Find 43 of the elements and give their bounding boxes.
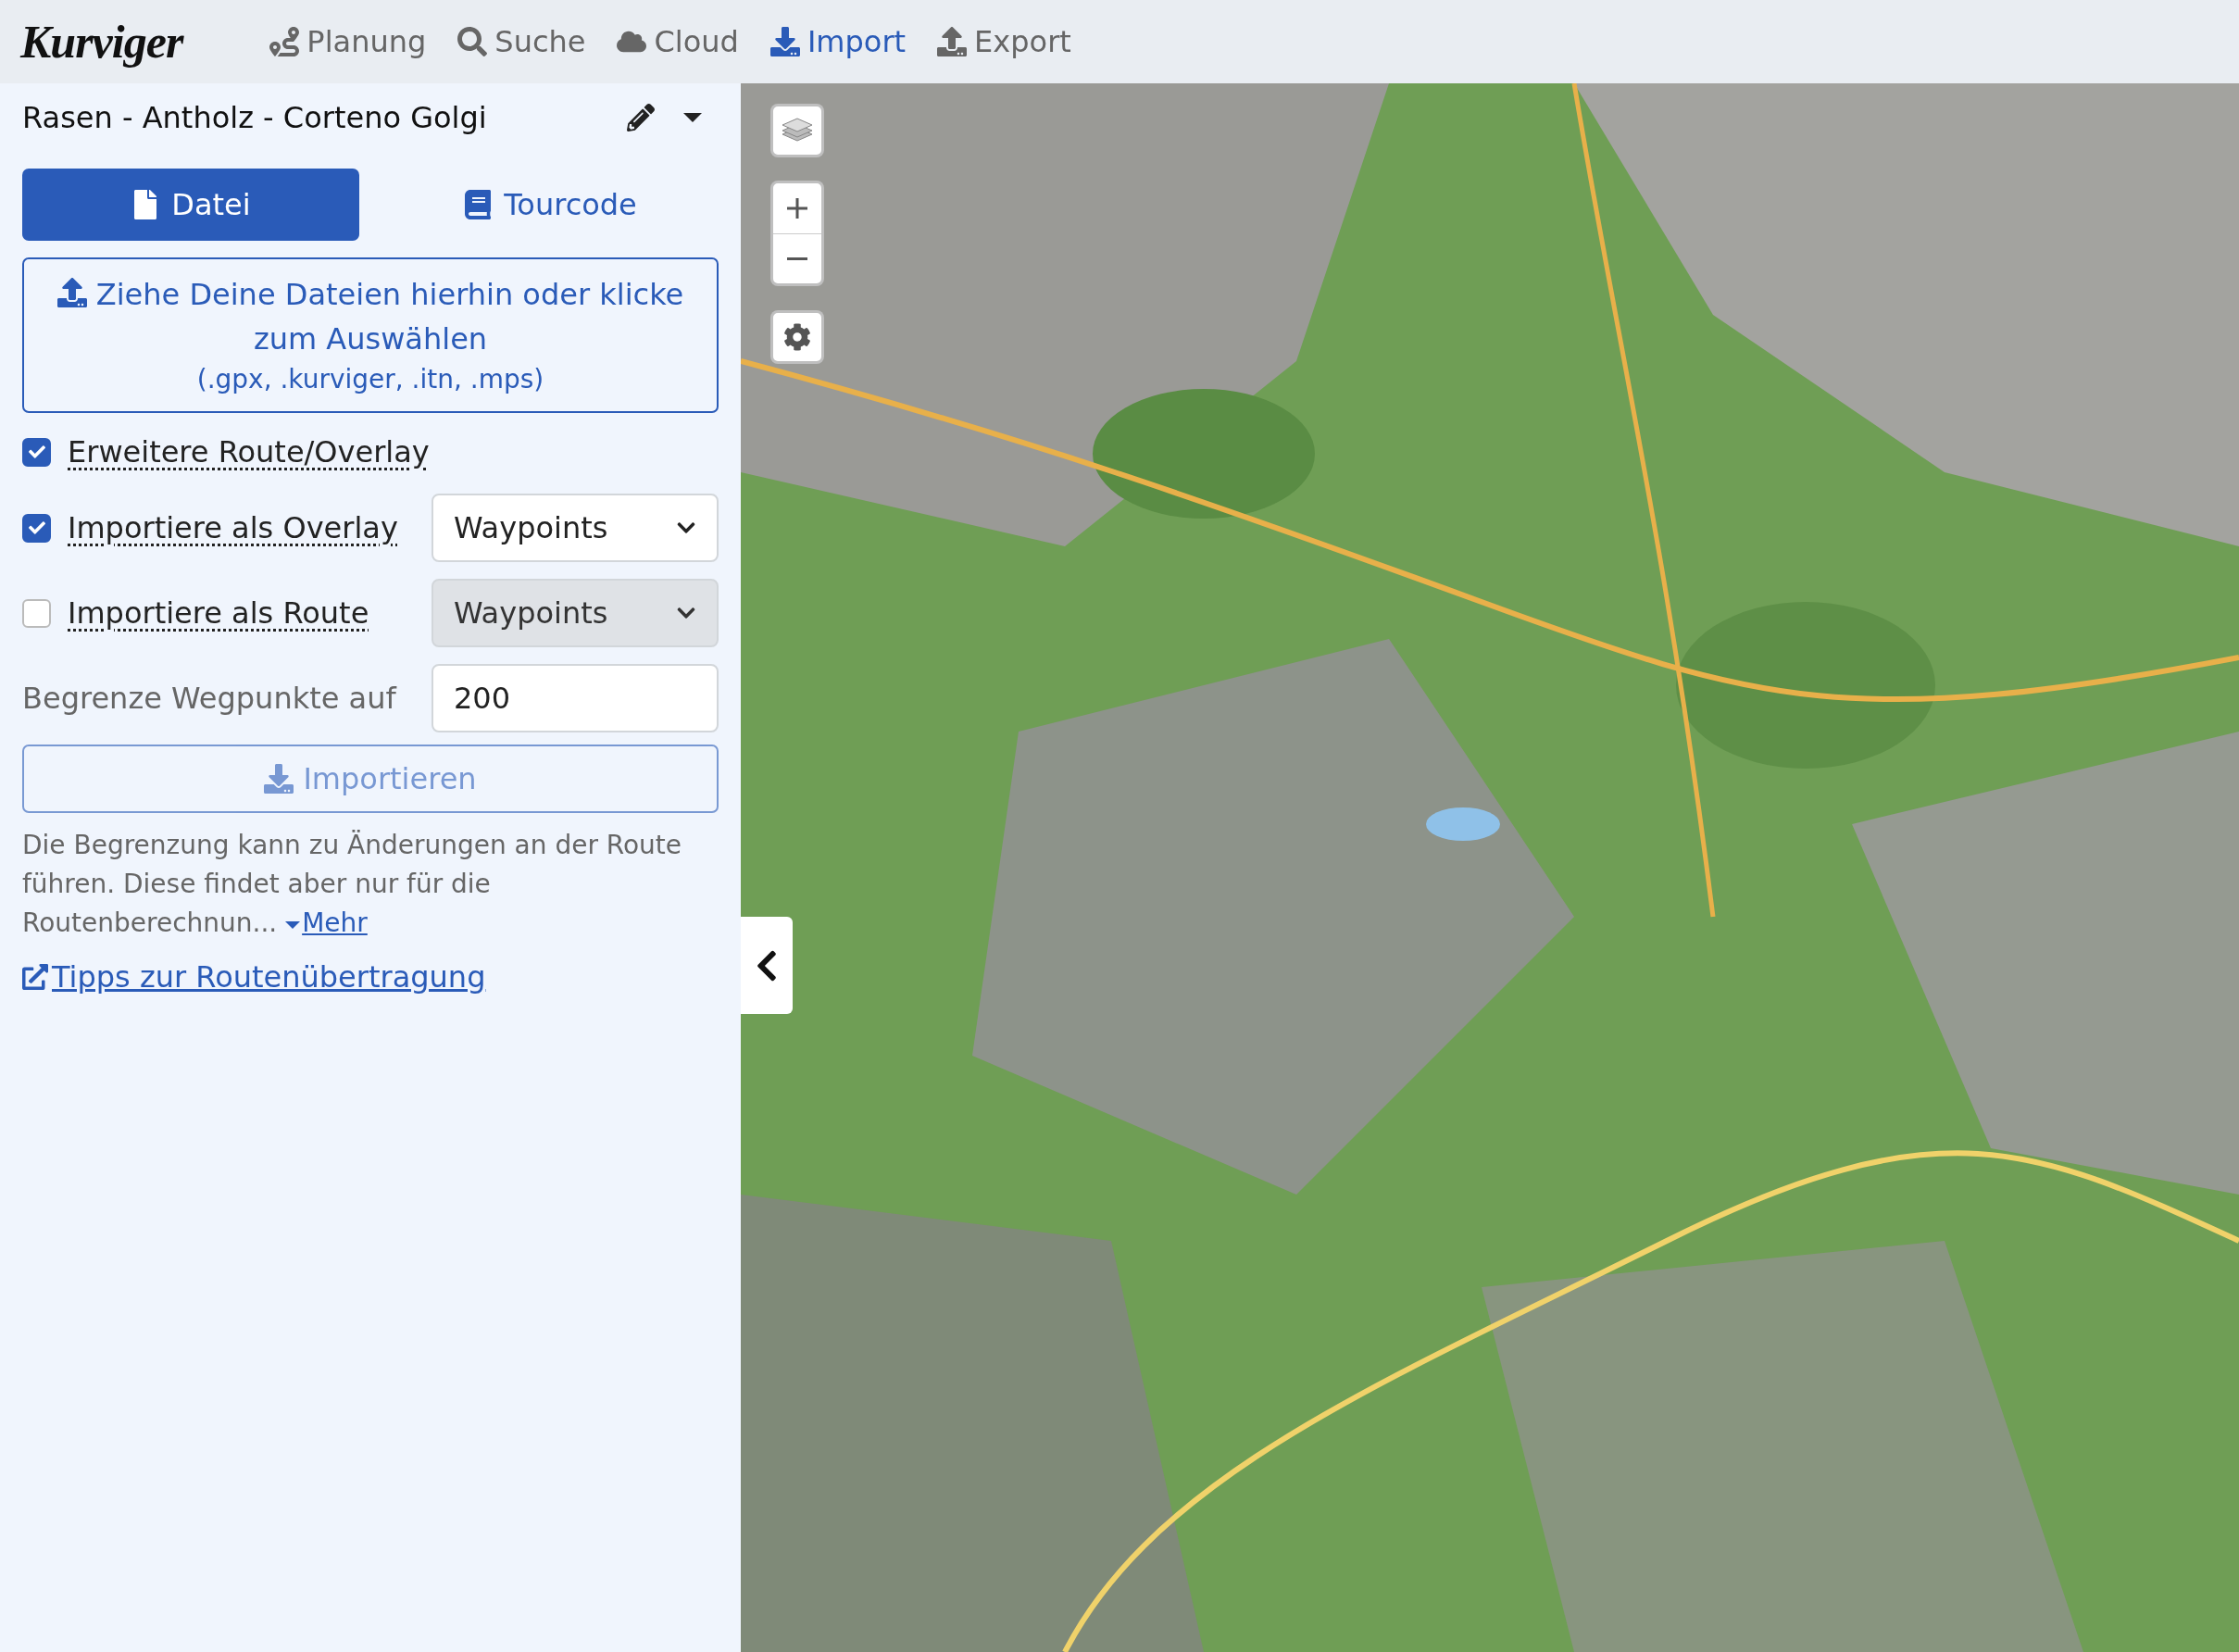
logo[interactable]: Kurviger bbox=[20, 15, 183, 69]
tips-link[interactable]: Tipps zur Routenübertragung bbox=[22, 959, 486, 995]
nav-item[interactable]: Export bbox=[937, 24, 1071, 59]
settings-button[interactable] bbox=[770, 310, 824, 364]
field-label: Begrenze Wegpunkte auf bbox=[22, 681, 398, 716]
tab[interactable]: Tourcode bbox=[382, 169, 719, 241]
upload-icon bbox=[937, 27, 968, 56]
check-icon bbox=[28, 519, 45, 536]
settings-icon bbox=[783, 323, 811, 351]
checkbox[interactable] bbox=[22, 598, 51, 628]
download-icon bbox=[769, 27, 800, 56]
tab[interactable]: Datei bbox=[22, 169, 359, 241]
nav-item[interactable]: Import bbox=[769, 24, 907, 59]
nav-item[interactable]: Suche bbox=[457, 24, 586, 59]
caret-icon bbox=[285, 921, 301, 929]
route-icon bbox=[269, 27, 300, 56]
checkbox[interactable] bbox=[22, 513, 51, 543]
nav-item[interactable]: Planung bbox=[269, 24, 427, 59]
select-field[interactable]: Waypoints bbox=[432, 494, 719, 562]
help-text: Die Begrenzung kann zu Änderungen an der Route führen. Diese findet aber nur für die Routenberechnun... Mehr bbox=[22, 829, 683, 940]
search-icon bbox=[457, 27, 488, 56]
layers-button[interactable] bbox=[770, 104, 824, 157]
more-link[interactable]: Mehr bbox=[285, 907, 368, 938]
caret-icon bbox=[683, 113, 702, 122]
file-extensions: (.gpx, .kurviger, .itn, .mps) bbox=[196, 363, 544, 396]
checkbox-label[interactable]: Importiere als Overlay bbox=[68, 510, 432, 545]
upload-icon bbox=[56, 278, 87, 307]
input-field[interactable]: 200 bbox=[432, 664, 719, 732]
drop-zone-text: Ziehe Deine Dateien hierhin oder klicke zum Auswählen bbox=[43, 272, 698, 361]
pencil-icon bbox=[627, 104, 655, 131]
route-title: Rasen - Antholz - Corteno Golgi bbox=[22, 100, 488, 135]
checkbox[interactable] bbox=[22, 437, 51, 467]
check-icon bbox=[28, 444, 45, 460]
download-icon bbox=[264, 764, 294, 794]
external-link-icon bbox=[22, 964, 48, 990]
plus-icon bbox=[786, 197, 808, 219]
minus-icon bbox=[786, 257, 808, 260]
book-icon bbox=[463, 190, 494, 219]
checkbox-label[interactable]: Erweitere Route/Overlay bbox=[68, 434, 719, 469]
checkbox-label[interactable]: Importiere als Route bbox=[68, 595, 432, 631]
collapse-panel-button[interactable] bbox=[741, 917, 793, 1014]
file-drop-zone[interactable]: Ziehe Deine Dateien hierhin oder klicke zum Auswählen (.gpx, .kurviger, .itn, .mps) bbox=[22, 257, 719, 413]
nav-item[interactable]: Cloud bbox=[617, 24, 739, 59]
